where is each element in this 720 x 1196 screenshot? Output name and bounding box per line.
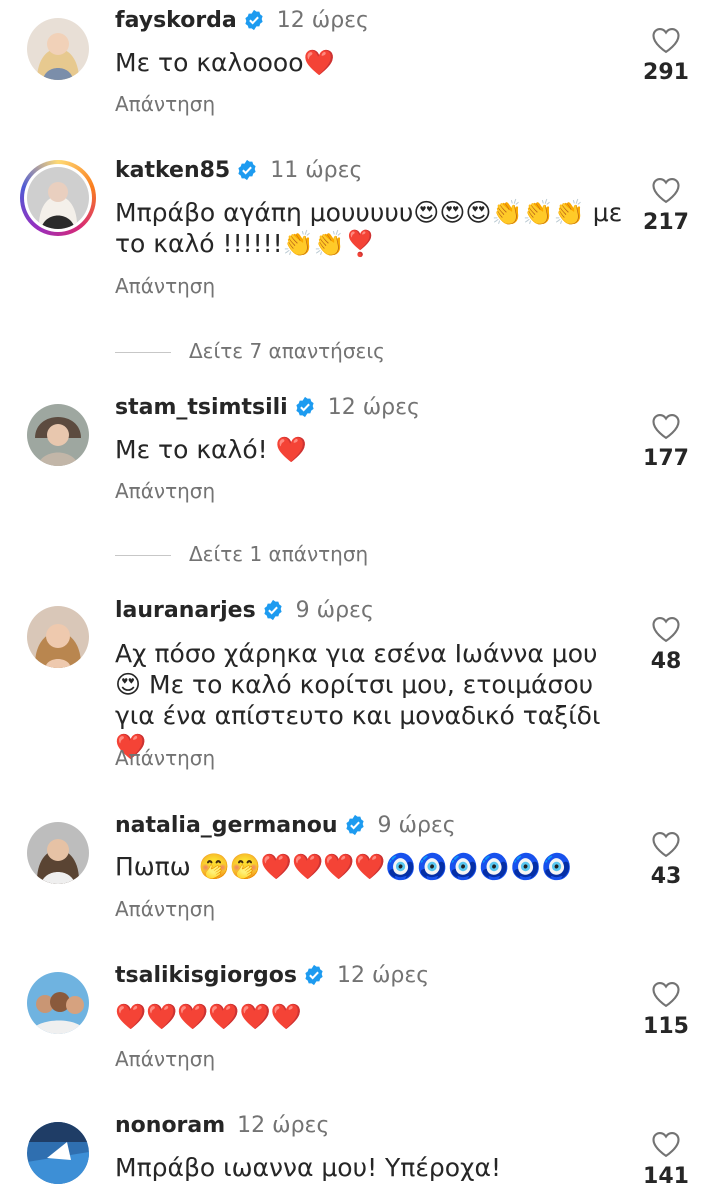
username[interactable]: nonoram — [115, 1113, 225, 1138]
comment-time: 12 ώρες — [237, 1113, 330, 1138]
username[interactable]: katken85 — [115, 158, 230, 183]
comment-text: Με το καλοοοο❤️ — [115, 48, 335, 77]
verified-badge-icon — [344, 814, 366, 843]
avatar[interactable] — [27, 1122, 89, 1184]
like-count: 141 — [643, 1164, 689, 1189]
like-count: 48 — [650, 649, 682, 674]
reply-button[interactable]: Απάντηση — [115, 897, 215, 921]
heart-outline-icon — [652, 1131, 680, 1158]
avatar[interactable] — [27, 606, 89, 668]
avatar[interactable] — [27, 404, 89, 466]
comment-header: katken85 11 ώρες — [115, 158, 362, 188]
comment-text: Πωπω 🤭🤭❤️❤️❤️❤️🧿🧿🧿🧿🧿🧿 — [115, 852, 573, 881]
comment-header: natalia_germanou 9 ώρες — [115, 813, 456, 843]
like-count: 115 — [643, 1014, 689, 1039]
avatar[interactable] — [27, 167, 89, 229]
view-replies-button[interactable]: Δείτε 7 απαντήσεις — [115, 339, 385, 363]
reply-button[interactable]: Απάντηση — [115, 1047, 215, 1071]
comment-text: Μπράβο ιωαννα μου! Υπέροχα! — [115, 1153, 501, 1182]
comment-time: 9 ώρες — [377, 813, 456, 838]
reply-button[interactable]: Απάντηση — [115, 92, 215, 116]
heart-outline-icon — [652, 413, 680, 440]
like-count: 217 — [643, 210, 689, 235]
view-replies-label: Δείτε 1 απάντηση — [189, 542, 369, 566]
comment-text: ❤️❤️❤️❤️❤️❤️ — [115, 1002, 302, 1031]
like-button[interactable]: 141 — [643, 1130, 689, 1189]
verified-badge-icon — [294, 396, 316, 425]
avatar[interactable] — [27, 822, 89, 884]
comment-time: 12 ώρες — [327, 395, 420, 420]
comment-text: Με το καλό! ❤️ — [115, 435, 307, 464]
like-button[interactable]: 217 — [643, 176, 689, 235]
like-button[interactable]: 43 — [643, 830, 689, 889]
heart-outline-icon — [652, 981, 680, 1008]
divider-line — [115, 352, 171, 353]
like-button[interactable]: 48 — [643, 615, 689, 674]
like-button[interactable]: 291 — [643, 26, 689, 85]
view-replies-label: Δείτε 7 απαντήσεις — [189, 339, 385, 363]
divider-line — [115, 555, 171, 556]
verified-badge-icon — [236, 159, 258, 188]
username[interactable]: fayskorda — [115, 8, 237, 33]
comment-header: stam_tsimtsili 12 ώρες — [115, 395, 420, 425]
reply-button[interactable]: Απάντηση — [115, 746, 215, 770]
comment-header: nonoram 12 ώρες — [115, 1113, 329, 1139]
comment-header: fayskorda 12 ώρες — [115, 8, 369, 38]
like-count: 291 — [643, 60, 689, 85]
username[interactable]: tsalikisgiorgos — [115, 963, 297, 988]
heart-outline-icon — [652, 27, 680, 54]
comment-text: Μπράβο αγάπη μουυυυυ😍😍😍👏👏👏 με το καλό !!… — [115, 198, 623, 258]
story-ring[interactable] — [20, 160, 96, 236]
verified-badge-icon — [243, 9, 265, 38]
username[interactable]: stam_tsimtsili — [115, 395, 288, 420]
view-replies-button[interactable]: Δείτε 1 απάντηση — [115, 542, 368, 566]
avatar[interactable] — [27, 18, 89, 80]
comment-header: lauranarjes 9 ώρες — [115, 598, 374, 628]
like-button[interactable]: 177 — [643, 412, 689, 471]
comment-time: 12 ώρες — [337, 963, 430, 988]
avatar[interactable] — [27, 972, 89, 1034]
comment-time: 12 ώρες — [276, 8, 369, 33]
username[interactable]: natalia_germanou — [115, 813, 338, 838]
heart-outline-icon — [652, 616, 680, 643]
like-button[interactable]: 115 — [643, 980, 689, 1039]
comment-time: 9 ώρες — [295, 598, 374, 623]
verified-badge-icon — [262, 599, 284, 628]
like-count: 177 — [643, 446, 689, 471]
like-count: 43 — [650, 864, 682, 889]
username[interactable]: lauranarjes — [115, 598, 256, 623]
heart-outline-icon — [652, 177, 680, 204]
reply-button[interactable]: Απάντηση — [115, 274, 215, 298]
reply-button[interactable]: Απάντηση — [115, 479, 215, 503]
verified-badge-icon — [303, 964, 325, 993]
comment-time: 11 ώρες — [270, 158, 363, 183]
heart-outline-icon — [652, 831, 680, 858]
comment-text: Αχ πόσο χάρηκα για εσένα Ιωάννα μου 😍 Με… — [115, 639, 601, 761]
comment-header: tsalikisgiorgos 12 ώρες — [115, 963, 429, 993]
